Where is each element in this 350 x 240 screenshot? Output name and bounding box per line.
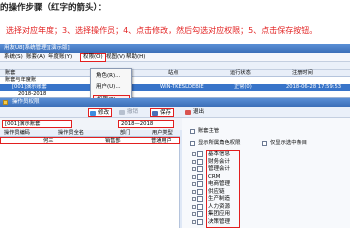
- save-button-label: 保存: [160, 110, 172, 116]
- exit-button[interactable]: 退出: [184, 108, 206, 117]
- expand-icon[interactable]: [192, 197, 196, 201]
- exit-button-label: 退出: [193, 109, 205, 115]
- col-site: 站点: [168, 70, 179, 76]
- permission-panel-title: 操作员权限: [0, 98, 350, 107]
- year-label: 2018-2018: [18, 91, 47, 97]
- tree-checkbox[interactable]: [197, 181, 203, 187]
- undo-button-label: 撤销: [127, 109, 139, 115]
- expand-icon[interactable]: [192, 174, 196, 179]
- col-account: 账套: [5, 70, 16, 76]
- expand-icon[interactable]: [192, 189, 196, 194]
- account-time: 2018-06-28 17:59:53: [286, 84, 342, 90]
- operator-type: 普通用户: [151, 138, 172, 144]
- tree-checkbox[interactable]: [197, 173, 203, 180]
- show-role-permission-checkbox[interactable]: 显示所属角色权限: [190, 140, 240, 147]
- pin-icon: [3, 100, 8, 105]
- tree-checkbox[interactable]: [197, 218, 203, 225]
- show-selected-box: [262, 141, 267, 146]
- permission-toolbar: 修改 撤销 保存 退出: [0, 107, 350, 118]
- supervisor-checkbox[interactable]: 账套主管: [190, 128, 219, 135]
- expand-icon[interactable]: [192, 182, 196, 186]
- tree-checkbox[interactable]: [197, 203, 203, 210]
- tree-root-row[interactable]: 账套与年度账: [0, 77, 350, 84]
- edit-button[interactable]: 修改: [88, 108, 113, 117]
- expand-icon[interactable]: [192, 204, 196, 209]
- window-title: 用友U8[系统管理][演示版]: [0, 44, 350, 53]
- save-button[interactable]: 保存: [150, 108, 175, 117]
- tree-root-label: 账套与年度账: [5, 77, 37, 83]
- edit-icon: [90, 111, 96, 116]
- operator-row-selected[interactable]: 何三 销售部 普通用户: [0, 137, 180, 144]
- menu-permission[interactable]: 权限(O): [80, 53, 106, 62]
- account-row-selected[interactable]: [001]演示账套 WIN-TKESLDEBIE 正常(0) 2018-06-2…: [0, 84, 350, 91]
- show-role-label: 显示所属角色权限: [198, 140, 241, 146]
- operator-grid: 操作员编码 操作员全名 部门 用户类型 何三 销售部 普通用户: [0, 130, 180, 228]
- tree-highlight-box: [206, 150, 240, 228]
- menu-yearbook[interactable]: 年度账(Y): [46, 54, 74, 61]
- col-operator-name: 操作员全名: [58, 130, 84, 136]
- expand-icon[interactable]: [192, 212, 196, 216]
- account-name: [001]演示账套: [12, 84, 47, 90]
- tree-checkbox[interactable]: [197, 211, 203, 217]
- operator-dept: 销售部: [105, 138, 121, 144]
- expand-icon[interactable]: [192, 152, 196, 156]
- col-operator-code: 操作员编码: [4, 130, 30, 136]
- menu-help[interactable]: 帮助(H): [124, 54, 147, 61]
- account-grid-header: 账套 站点 运行状态 注册时间: [0, 70, 350, 77]
- tree-checkbox[interactable]: [197, 166, 203, 172]
- app-screenshot: 用友U8[系统管理][演示版] 系统(S) 账套(A) 年度账(Y) 权限(O)…: [0, 44, 350, 228]
- tree-checkbox[interactable]: [197, 196, 203, 202]
- permission-panel-label: 操作员权限: [12, 99, 40, 105]
- year-row[interactable]: 2018-2018: [0, 91, 350, 98]
- expand-icon[interactable]: [192, 159, 196, 164]
- show-selected-label: 仅显示选中条目: [270, 140, 308, 146]
- show-selected-only-checkbox[interactable]: 仅显示选中条目: [262, 140, 307, 147]
- menu-item-role[interactable]: 角色(R)...: [93, 72, 130, 81]
- menu-item-user[interactable]: 用户(U)...: [93, 83, 130, 92]
- year-select[interactable]: 2018—2018: [118, 120, 174, 128]
- supervisor-checkbox-box: [190, 129, 195, 134]
- instruction-text: 选择对应年度；3、选择操作员；4、点击修改，然后勾选对应权限；5、点击保存按钮。: [6, 26, 318, 35]
- tree-checkbox[interactable]: [197, 151, 203, 157]
- account-status: 正常(0): [234, 84, 252, 90]
- heading: 的操作步骤（红字的箭头）：: [0, 3, 107, 13]
- menu-bar: 系统(S) 账套(A) 年度账(Y) 权限(O) 视图(V) 帮助(H): [0, 53, 350, 62]
- expand-icon[interactable]: [192, 167, 196, 171]
- col-status: 运行状态: [230, 70, 251, 76]
- undo-icon: [119, 110, 125, 115]
- show-role-box: [190, 141, 195, 146]
- operator-name: 何三: [43, 138, 54, 144]
- supervisor-checkbox-label: 账套主管: [198, 128, 220, 134]
- menu-account[interactable]: 账套(A): [24, 54, 47, 61]
- expand-icon[interactable]: [192, 219, 196, 224]
- menu-system[interactable]: 系统(S): [2, 54, 25, 61]
- account-site: WIN-TKESLDEBIE: [160, 84, 204, 90]
- account-grid: 账套 站点 运行状态 注册时间 账套与年度账 [001]演示账套 WIN-TKE…: [0, 70, 350, 98]
- tree-checkbox[interactable]: [197, 158, 203, 165]
- operator-grid-header: 操作员编码 操作员全名 部门 用户类型: [0, 130, 180, 137]
- col-dept: 部门: [120, 130, 131, 136]
- undo-button[interactable]: 撤销: [118, 108, 140, 117]
- tree-checkbox[interactable]: [197, 188, 203, 195]
- main-toolbar: [0, 62, 350, 70]
- save-icon: [152, 111, 158, 116]
- col-time: 注册时间: [292, 70, 313, 76]
- account-select[interactable]: [001]演示账套: [2, 120, 72, 128]
- exit-icon: [185, 110, 191, 115]
- col-user-type: 用户类型: [152, 130, 173, 136]
- edit-button-label: 修改: [98, 110, 110, 116]
